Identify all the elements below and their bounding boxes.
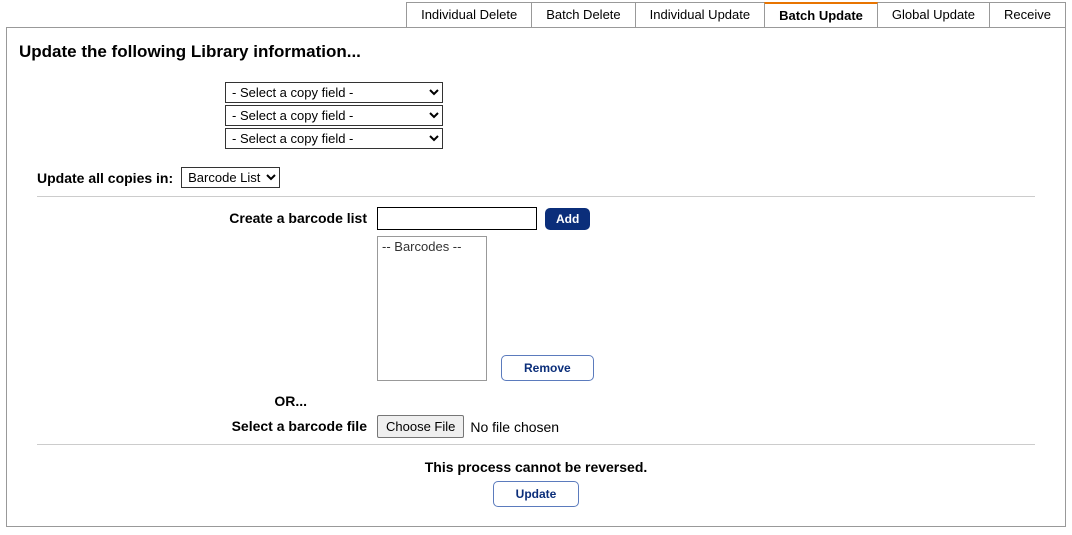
copy-field-selectors: - Select a copy field - - Select a copy … [225, 82, 1065, 149]
tab-individual-update[interactable]: Individual Update [635, 2, 765, 27]
copy-field-select-3[interactable]: - Select a copy field - [225, 128, 443, 149]
divider-2 [37, 444, 1035, 445]
copy-field-select-2[interactable]: - Select a copy field - [225, 105, 443, 126]
update-button[interactable]: Update [493, 481, 580, 507]
tab-batch-update[interactable]: Batch Update [764, 2, 878, 27]
select-file-label: Select a barcode file [37, 415, 367, 434]
choose-file-button[interactable]: Choose File [377, 415, 464, 438]
create-list-label: Create a barcode list [37, 207, 367, 226]
tab-individual-delete[interactable]: Individual Delete [406, 2, 532, 27]
or-label: OR... [37, 393, 367, 409]
barcode-input[interactable] [377, 207, 537, 230]
file-status: No file chosen [470, 419, 559, 435]
tab-global-update[interactable]: Global Update [877, 2, 990, 27]
tab-batch-delete[interactable]: Batch Delete [531, 2, 635, 27]
tab-receive[interactable]: Receive [989, 2, 1066, 27]
copy-field-select-1[interactable]: - Select a copy field - [225, 82, 443, 103]
tab-bar: Individual Delete Batch Delete Individua… [0, 0, 1072, 27]
add-button[interactable]: Add [545, 208, 590, 230]
main-panel: Update the following Library information… [6, 27, 1066, 527]
update-in-select[interactable]: Barcode List [181, 167, 280, 188]
barcodes-placeholder: -- Barcodes -- [382, 239, 482, 254]
warning-text: This process cannot be reversed. [7, 459, 1065, 475]
page-title: Update the following Library information… [19, 42, 1065, 62]
remove-button[interactable]: Remove [501, 355, 594, 381]
barcodes-listbox[interactable]: -- Barcodes -- [377, 236, 487, 381]
update-in-label: Update all copies in: [37, 170, 173, 186]
divider [37, 196, 1035, 197]
